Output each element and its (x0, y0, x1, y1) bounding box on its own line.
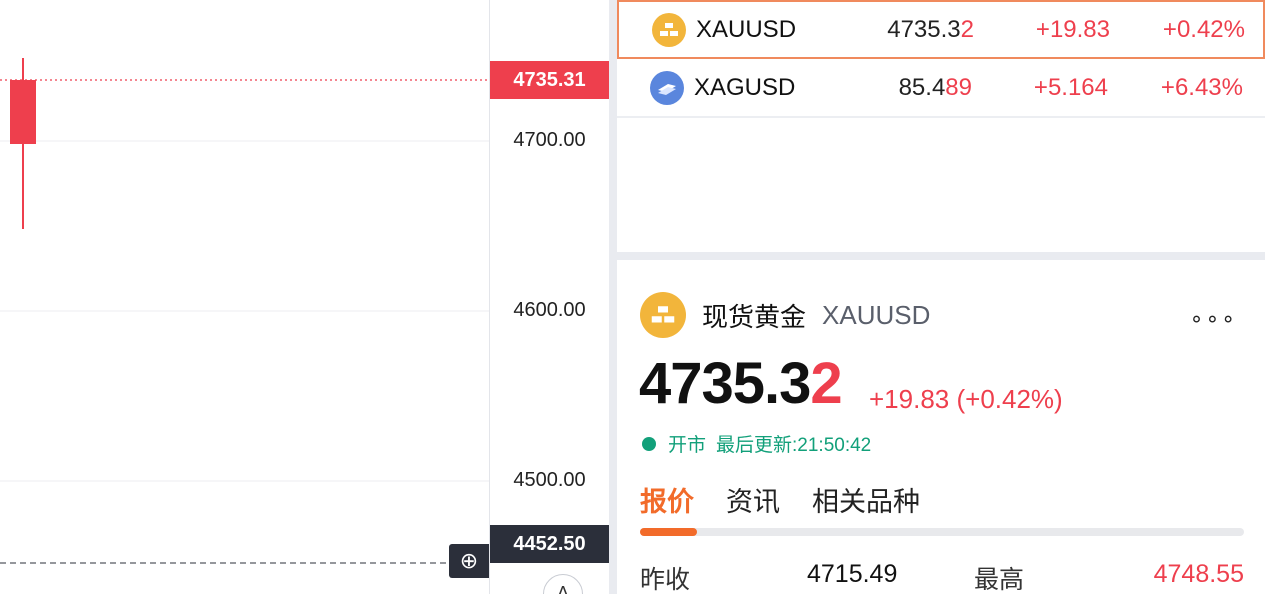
tab-news[interactable]: 资讯 (726, 480, 780, 519)
tab-quote[interactable]: 报价 (640, 480, 694, 519)
price-tick-label: 4500.00 (513, 469, 586, 491)
watchlist-price: 4735.32 (887, 15, 974, 43)
high-value: 4748.55 (1153, 560, 1244, 588)
tab-related[interactable]: 相关品种 (812, 480, 920, 519)
tab-track (640, 528, 1244, 536)
watchlist-symbol: XAGUSD (694, 73, 796, 101)
crosshair-price-tag: 4452.50 (490, 525, 609, 563)
watchlist-row-xauusd[interactable]: XAUUSD 4735.32 +19.83 +0.42% (617, 0, 1265, 59)
panel-splitter[interactable] (609, 0, 617, 594)
detail-header: 现货黄金 XAUUSD (640, 292, 930, 338)
add-alert-button[interactable]: ⊕ (449, 544, 489, 578)
candlestick-svg (0, 58, 489, 564)
price-tick-label: 4700.00 (513, 129, 586, 151)
prev-close-value: 4715.49 (807, 560, 898, 588)
more-options-icon[interactable]: ∘∘∘ (1190, 306, 1237, 332)
high-label: 最高 (974, 566, 1025, 594)
quote-detail: 现货黄金 XAUUSD ∘∘∘ 4735.32 +19.83 (+0.42%) … (617, 260, 1265, 594)
price-axis[interactable]: 4735.31 4700.00 4600.00 4500.00 4452.50 (490, 0, 609, 594)
price-tick-label: 4600.00 (513, 299, 586, 321)
price-change: +19.83 (+0.42%) (869, 384, 1063, 414)
section-divider (617, 252, 1265, 260)
candle-body (10, 80, 36, 144)
watchlist-change: +19.83 (1035, 15, 1110, 43)
watchlist-change-pct: +6.43% (1160, 73, 1243, 101)
chart-plot-area[interactable] (0, 0, 489, 594)
last-price-tag: 4735.31 (490, 61, 609, 99)
watchlist-change-pct: +0.42% (1162, 15, 1245, 43)
crosshair-plus-icon: ⊕ (459, 548, 479, 573)
watchlist-empty-area (617, 119, 1265, 252)
watchlist-symbol: XAUUSD (696, 15, 797, 43)
market-open-label: 开市 (668, 435, 707, 456)
prev-close-label: 昨收 (640, 566, 691, 594)
watchlist-row-xagusd[interactable]: XAGUSD 85.489 +5.164 +6.43% (617, 59, 1265, 118)
watchlist-price: 85.489 (898, 73, 972, 101)
right-panel: XAUUSD 4735.32 +19.83 +0.42% XAGUSD 85.4… (617, 0, 1265, 594)
instrument-symbol: XAUUSD (822, 299, 931, 330)
current-price: 4735.32 (639, 351, 843, 416)
detail-tabs: 报价 资讯 相关品种 (640, 480, 952, 519)
silver-bar-icon (650, 70, 684, 105)
watchlist-change: +5.164 (1033, 73, 1108, 101)
instrument-name: 现货黄金 (702, 301, 807, 332)
price-chart[interactable]: 4735.31 4700.00 4600.00 4500.00 4452.50 … (0, 0, 609, 594)
gold-bar-icon (652, 12, 686, 47)
gold-bar-icon (640, 292, 686, 338)
status-dot-icon (642, 436, 656, 451)
tab-indicator (640, 528, 697, 536)
market-status: 开市 最后更新:21:50:42 (642, 430, 871, 457)
last-updated: 最后更新:21:50:42 (716, 435, 872, 456)
